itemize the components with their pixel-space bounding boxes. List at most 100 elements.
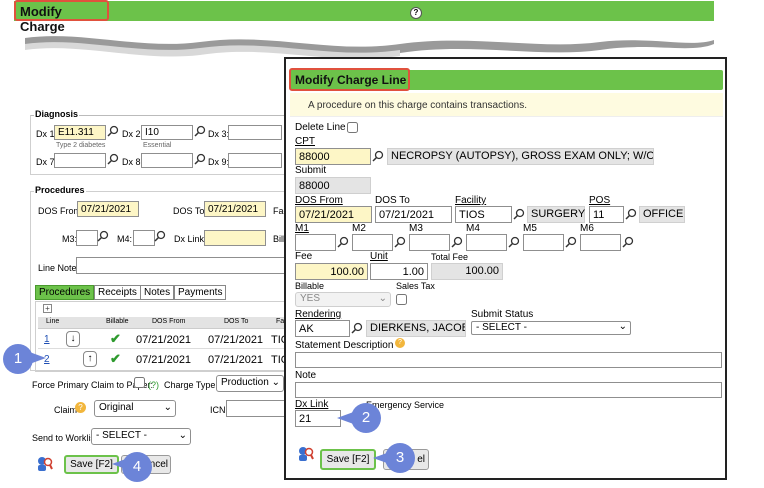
row-line-link[interactable]: 1	[44, 334, 50, 345]
bg-m4-search-icon[interactable]	[154, 230, 166, 242]
dx3-input[interactable]	[228, 125, 282, 140]
cpt-search-icon[interactable]	[372, 150, 384, 162]
col-dos-to: DOS To	[224, 318, 249, 325]
dos-from-label: DOS From	[295, 195, 343, 206]
note-input[interactable]	[295, 382, 722, 398]
dx2-search-icon[interactable]	[194, 125, 206, 137]
m4-input[interactable]	[466, 234, 507, 251]
bg-m4-input[interactable]	[133, 230, 155, 246]
procedures-legend: Procedures	[34, 185, 86, 195]
user-search-icon[interactable]	[36, 455, 54, 473]
claim-help-icon[interactable]: ?	[75, 402, 86, 413]
tab-receipts[interactable]: Receipts	[94, 285, 141, 300]
pos-input[interactable]	[589, 206, 624, 223]
m2-search-icon[interactable]	[394, 236, 406, 248]
rendering-search-icon[interactable]	[351, 322, 363, 334]
delete-line-checkbox[interactable]	[347, 122, 358, 133]
bg-dx-link-input[interactable]	[204, 230, 266, 246]
dx1-description: Type 2 diabetes	[56, 142, 106, 149]
bg-dos-to-input[interactable]	[204, 201, 266, 217]
dos-to-input[interactable]	[375, 206, 452, 223]
dx1-search-icon[interactable]	[107, 125, 119, 137]
dx2-input[interactable]	[141, 125, 193, 140]
chevron-down-icon: ⌄	[378, 293, 387, 304]
billable-check-icon: ✔	[110, 351, 121, 366]
expand-plus-icon[interactable]: +	[43, 304, 52, 313]
dx7-search-icon[interactable]	[107, 153, 119, 165]
dx2-description: Essential	[143, 142, 172, 149]
dx1-input[interactable]	[54, 125, 106, 140]
m6-search-icon[interactable]	[622, 236, 634, 248]
callout-3-number: 3	[395, 449, 405, 466]
sales-tax-checkbox[interactable]	[396, 294, 407, 305]
move-up-icon[interactable]: ↓	[66, 331, 80, 347]
save-button[interactable]: Save [F2]	[320, 449, 376, 470]
m5-search-icon[interactable]	[565, 236, 577, 248]
dx9-input[interactable]	[228, 153, 282, 168]
chevron-down-icon: ⌄	[271, 377, 280, 388]
m4-search-icon[interactable]	[508, 236, 520, 248]
callout-4-number: 4	[132, 458, 142, 475]
dx-link-input[interactable]	[295, 410, 341, 427]
charge-type-select[interactable]: Production ⌄	[216, 375, 284, 392]
worklist-value: - SELECT -	[96, 430, 147, 441]
dx8-input[interactable]	[141, 153, 193, 168]
facility-search-icon[interactable]	[513, 208, 525, 220]
tab-payments[interactable]: Payments	[174, 285, 227, 300]
move-down-icon[interactable]: ↑	[83, 351, 97, 367]
m6-label: M6	[580, 223, 594, 234]
bg-save-label: Save [F2]	[70, 459, 113, 470]
m1-input[interactable]	[295, 234, 336, 251]
help-icon[interactable]: ?	[410, 7, 422, 19]
bg-line-note-input[interactable]	[76, 257, 288, 274]
dos-from-input[interactable]	[295, 206, 372, 223]
m3-search-icon[interactable]	[451, 236, 463, 248]
facility-description: SURGERY	[527, 206, 585, 223]
fee-input[interactable]	[295, 263, 368, 280]
note-label: Note	[295, 370, 317, 381]
m1-search-icon[interactable]	[337, 236, 349, 248]
tab-notes[interactable]: Notes	[140, 285, 175, 300]
tab-procedures[interactable]: Procedures	[35, 285, 95, 300]
dx7-input[interactable]	[54, 153, 106, 168]
pos-label: POS	[589, 195, 611, 206]
dialog-title: Modify Charge Line	[295, 73, 407, 87]
claim-select[interactable]: Original ⌄	[94, 400, 176, 417]
user-search-icon[interactable]	[297, 445, 315, 463]
facility-input[interactable]	[455, 206, 512, 223]
dos-to-label: DOS To	[375, 195, 410, 206]
worklist-select[interactable]: - SELECT - ⌄	[91, 428, 191, 445]
billable-select[interactable]: YES ⌄	[295, 292, 391, 307]
charge-type-value: Production	[221, 377, 269, 388]
m2-label: M2	[352, 223, 366, 234]
table-row[interactable]: 2 ↑ ✔ 07/21/2021 07/21/2021 TIO	[38, 350, 289, 369]
submit-status-select[interactable]: - SELECT - ⌄	[471, 321, 631, 335]
m6-input[interactable]	[580, 234, 621, 251]
bg-m4-label: M4:	[117, 234, 133, 244]
cpt-input[interactable]	[295, 148, 371, 165]
unit-input[interactable]	[370, 263, 428, 280]
dx8-search-icon[interactable]	[194, 153, 206, 165]
statement-help-icon[interactable]: ?	[395, 338, 405, 348]
dx2-label: Dx 2:	[122, 129, 144, 139]
m3-input[interactable]	[409, 234, 450, 251]
statement-description-input[interactable]	[295, 352, 722, 368]
pos-search-icon[interactable]	[625, 208, 637, 220]
rendering-input[interactable]	[295, 320, 350, 337]
rendering-description-text: DIERKENS, JACOB	[370, 322, 466, 334]
dx3-label: Dx 3:	[208, 129, 230, 139]
bg-m3-search-icon[interactable]	[97, 230, 109, 242]
force-paper-help[interactable]: (?)	[148, 380, 159, 390]
total-fee-label: Total Fee	[431, 252, 469, 262]
bg-save-button[interactable]: Save [F2]	[64, 455, 119, 474]
table-row[interactable]: 1 ↓ ✔ 07/21/2021 07/21/2021 TIO	[38, 330, 289, 349]
m2-input[interactable]	[352, 234, 393, 251]
force-paper-checkbox[interactable]	[134, 377, 145, 388]
bg-m3-input[interactable]	[76, 230, 98, 246]
modify-charge-header	[14, 1, 714, 21]
bg-dos-from-input[interactable]	[77, 201, 139, 217]
bg-cancel-label: ncel	[149, 459, 168, 470]
m5-input[interactable]	[523, 234, 564, 251]
icn-input[interactable]	[226, 400, 286, 417]
claim-value: Original	[99, 402, 134, 413]
